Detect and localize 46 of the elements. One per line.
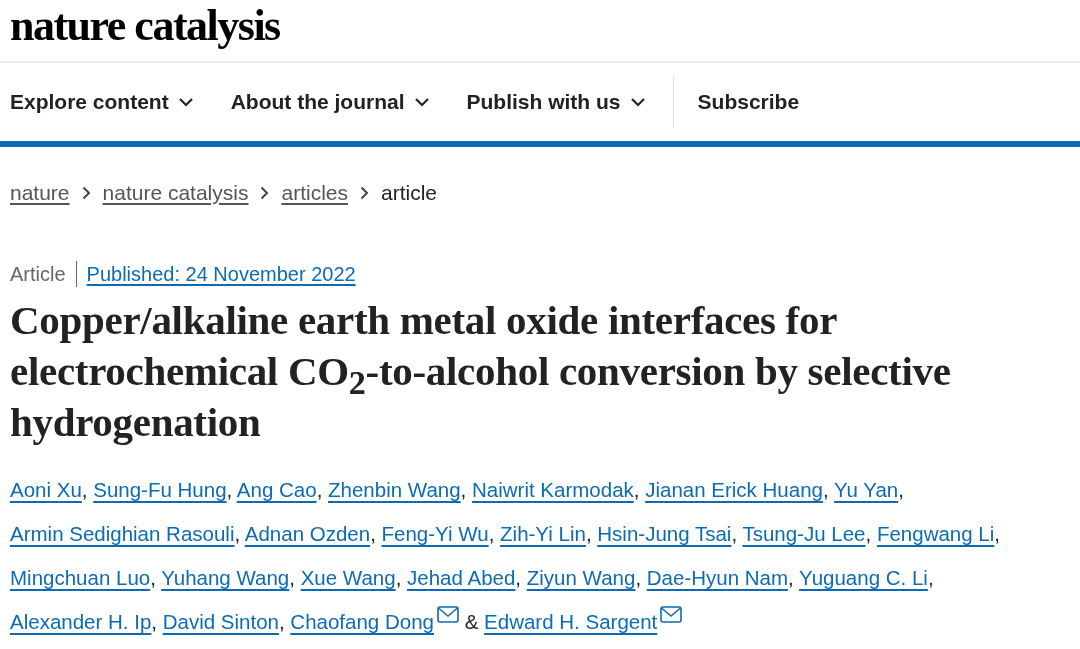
- nav-menu-item[interactable]: About the journal: [230, 90, 429, 114]
- author-link[interactable]: Yuhang Wang: [161, 566, 290, 589]
- author-link[interactable]: Yu Yan: [834, 478, 899, 501]
- author-link[interactable]: Armin Sedighian Rasouli: [10, 522, 235, 545]
- author-link[interactable]: Ziyun Wang: [526, 566, 636, 589]
- author-link[interactable]: Xue Wang: [300, 566, 396, 589]
- chevron-down-icon: [630, 97, 645, 107]
- author-link[interactable]: Ang Cao: [236, 478, 317, 501]
- author-link[interactable]: Jianan Erick Huang: [645, 478, 823, 501]
- author-link[interactable]: Zih-Yi Lin: [500, 522, 586, 545]
- breadcrumb-link[interactable]: nature catalysis: [102, 181, 249, 205]
- author-link[interactable]: Aoni Xu: [10, 478, 82, 501]
- article-type: Article: [10, 261, 77, 287]
- author-link[interactable]: Chaofang Dong: [290, 610, 459, 633]
- author-link[interactable]: Tsung-Ju Lee: [742, 522, 866, 545]
- nav-menu-item[interactable]: Explore content: [10, 90, 193, 114]
- nav-menu-item[interactable]: Subscribe: [697, 90, 800, 114]
- mail-icon[interactable]: [437, 606, 459, 623]
- article-title: Copper/alkaline earth metal oxide interfaces for electrochemical CO$_{2}$-to-alcohol conversion by selective hydrogenation: [10, 296, 952, 447]
- author-link[interactable]: Feng-Yi Wu: [381, 522, 489, 545]
- mail-icon[interactable]: [660, 606, 683, 623]
- author-link[interactable]: Hsin-Jung Tsai: [597, 522, 732, 545]
- author-link[interactable]: Sung-Fu Hung: [93, 478, 227, 501]
- author-link[interactable]: Naiwrit Karmodak: [472, 478, 634, 501]
- journal-logo[interactable]: nature catalysis: [10, 2, 280, 50]
- author-link[interactable]: Zhenbin Wang: [328, 478, 461, 501]
- author-link[interactable]: Dae-Hyun Nam: [646, 566, 789, 589]
- breadcrumb-link[interactable]: nature: [10, 181, 70, 205]
- author-link[interactable]: Edward H. Sargent: [484, 610, 683, 633]
- chevron-right-icon: [260, 186, 270, 200]
- author-link[interactable]: Fengwang Li: [876, 522, 995, 545]
- author-link[interactable]: Jehad Abed: [407, 566, 516, 589]
- breadcrumb-link[interactable]: articles: [281, 181, 348, 205]
- author-link[interactable]: Alexander H. Ip: [10, 610, 152, 633]
- author-link[interactable]: Mingchuan Luo: [10, 566, 151, 589]
- nav-menu-item[interactable]: Publish with us: [466, 90, 645, 114]
- author-link[interactable]: Adnan Ozden: [244, 522, 371, 545]
- chevron-down-icon: [414, 97, 429, 107]
- author-link[interactable]: David Sinton: [162, 610, 279, 633]
- chevron-right-icon: [360, 186, 369, 200]
- published-date-link[interactable]: Published: 24 November 2022: [86, 262, 356, 286]
- author-list: Aoni Xu, Sung-Fu Hung, Ang Cao, Zhenbin Wang, Naiwrit Karmodak, Jianan Erick Huang, Yu Yan, Armin Sedighian Rasouli, Adnan Ozden, Feng-Yi Wu, Zih-Yi Lin, Hsin-Jung Tsai, Tsung-Ju Lee, Fengwang Li, Mingchuan Luo, Yuhang Wang, Xue Wang, Jehad Abed, Ziyun Wang, Dae-Hyun Nam, Yuguang C. Li, Alexander H. Ip, David Sinton, Chaofang Dong & Edward H. Sargent: [10, 468, 1070, 644]
- breadcrumb-current[interactable]: article: [381, 181, 437, 205]
- chevron-right-icon: [81, 186, 91, 200]
- chevron-down-icon: [178, 97, 193, 107]
- author-link[interactable]: Yuguang C. Li: [799, 566, 928, 589]
